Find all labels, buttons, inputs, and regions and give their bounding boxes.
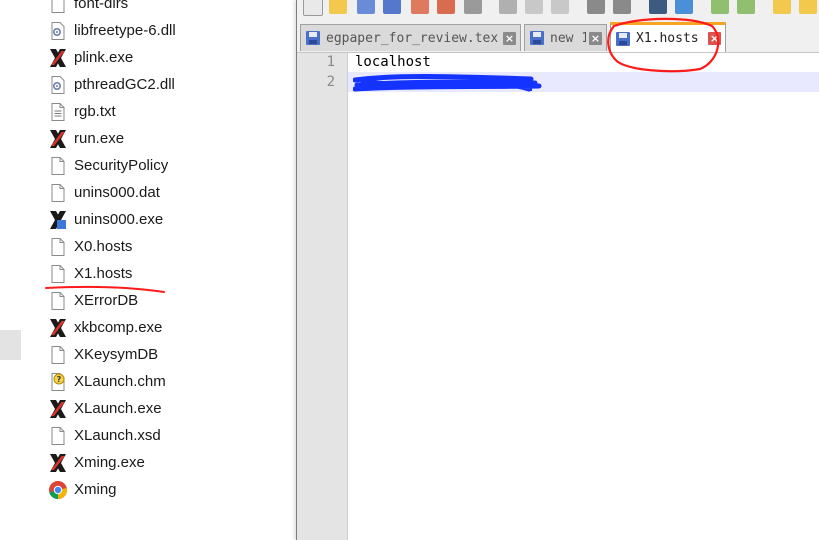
- file-list: font-dirs libfreetype-6.dll plink.exe pthre…: [48, 0, 176, 503]
- file-name: pthreadGC2.dll: [74, 76, 175, 93]
- replace-icon[interactable]: [675, 0, 693, 14]
- cut-icon[interactable]: [499, 0, 517, 14]
- redo-icon[interactable]: [613, 0, 631, 14]
- text-editor[interactable]: 1 2 localhost: [297, 53, 819, 540]
- x-app-icon: [48, 399, 68, 419]
- file-item[interactable]: Xming: [48, 476, 176, 503]
- file-name: libfreetype-6.dll: [74, 22, 176, 39]
- file-item[interactable]: font-dirs: [48, 0, 176, 17]
- saved-file-icon: [306, 31, 320, 45]
- close-all-icon[interactable]: [437, 0, 455, 14]
- file-name: XLaunch.exe: [74, 400, 162, 417]
- file-name: run.exe: [74, 130, 125, 147]
- file-name: X1.hosts: [74, 265, 133, 282]
- annotation-underline: [45, 285, 165, 293]
- toolbar: [297, 0, 819, 18]
- file-item[interactable]: Xming.exe: [48, 449, 176, 476]
- text-file-icon: [48, 102, 68, 122]
- save-icon[interactable]: [357, 0, 375, 14]
- uninstall-icon: [48, 210, 68, 230]
- dll-gear-icon: [48, 21, 68, 41]
- help-file-icon: ?: [48, 372, 68, 392]
- x-app-icon: [48, 129, 68, 149]
- zoom-out-icon[interactable]: [737, 0, 755, 14]
- file-name: plink.exe: [74, 49, 134, 66]
- new-file-icon[interactable]: [303, 0, 323, 16]
- tab-egpaper-for-review[interactable]: egpaper_for_review.tex ×: [300, 24, 521, 51]
- x-app-icon: [48, 318, 68, 338]
- file-name: SecurityPolicy: [74, 157, 169, 174]
- file-item[interactable]: plink.exe: [48, 44, 176, 71]
- undo-icon[interactable]: [587, 0, 605, 14]
- file-name: Xming: [74, 481, 117, 498]
- document-icon: [48, 345, 68, 365]
- file-item[interactable]: X0.hosts: [48, 233, 176, 260]
- tab-label: new 1: [550, 30, 586, 46]
- code-line[interactable]: localhost: [355, 54, 431, 70]
- chrome-icon: [48, 480, 68, 500]
- open-file-icon[interactable]: [329, 0, 347, 14]
- line-number: 1: [326, 54, 335, 70]
- x-app-icon: [48, 48, 68, 68]
- file-item[interactable]: SecurityPolicy: [48, 152, 176, 179]
- file-item[interactable]: xkbcomp.exe: [48, 314, 176, 341]
- svg-text:?: ?: [57, 375, 62, 384]
- file-name: XLaunch.xsd: [74, 427, 161, 444]
- notepad-plus-plus-window: egpaper_for_review.tex × new 1 × X1.host…: [296, 0, 819, 540]
- file-item[interactable]: unins000.dat: [48, 179, 176, 206]
- redaction-scribble: [353, 74, 542, 92]
- file-name: unins000.dat: [74, 184, 160, 201]
- file-item[interactable]: pthreadGC2.dll: [48, 71, 176, 98]
- file-name: rgb.txt: [74, 103, 116, 120]
- close-tab-icon[interactable]: ×: [503, 31, 516, 45]
- file-name: unins000.exe: [74, 211, 164, 228]
- document-icon: [48, 183, 68, 203]
- sync-vertical-icon[interactable]: [773, 0, 791, 14]
- zoom-in-icon[interactable]: [711, 0, 729, 14]
- document-tab-bar: egpaper_for_review.tex × new 1 × X1.host…: [297, 18, 819, 53]
- x-app-icon: [48, 453, 68, 473]
- print-icon[interactable]: [464, 0, 482, 14]
- dll-gear-icon: [48, 75, 68, 95]
- line-number-gutter: 1 2: [297, 53, 348, 540]
- line-number: 2: [326, 74, 335, 90]
- file-name: XLaunch.chm: [74, 373, 166, 390]
- file-item[interactable]: libfreetype-6.dll: [48, 17, 176, 44]
- tab-new-1[interactable]: new 1 ×: [524, 24, 607, 51]
- file-name: xkbcomp.exe: [74, 319, 163, 336]
- file-item[interactable]: rgb.txt: [48, 98, 176, 125]
- file-item[interactable]: X1.hosts: [48, 260, 176, 287]
- annotation-circle: [607, 17, 720, 73]
- sync-horizontal-icon[interactable]: [799, 0, 817, 14]
- file-name: X0.hosts: [74, 238, 133, 255]
- file-name: Xming.exe: [74, 454, 145, 471]
- file-item[interactable]: ? XLaunch.chm: [48, 368, 176, 395]
- saved-file-icon: [530, 31, 544, 45]
- document-icon: [48, 426, 68, 446]
- document-icon: [48, 264, 68, 284]
- save-all-icon[interactable]: [383, 0, 401, 14]
- document-icon: [48, 237, 68, 257]
- find-icon[interactable]: [649, 0, 667, 14]
- file-item[interactable]: XLaunch.exe: [48, 395, 176, 422]
- file-item[interactable]: XLaunch.xsd: [48, 422, 176, 449]
- file-item[interactable]: unins000.exe: [48, 206, 176, 233]
- close-file-icon[interactable]: [411, 0, 429, 14]
- navigation-pane-scroll-thumb[interactable]: [0, 330, 21, 360]
- file-name: XKeysymDB: [74, 346, 159, 363]
- tab-label: egpaper_for_review.tex: [326, 30, 499, 46]
- copy-icon[interactable]: [525, 0, 543, 14]
- document-icon: [48, 0, 68, 14]
- paste-icon[interactable]: [551, 0, 569, 14]
- file-item[interactable]: run.exe: [48, 125, 176, 152]
- file-name: font-dirs: [74, 0, 129, 12]
- file-item[interactable]: XKeysymDB: [48, 341, 176, 368]
- document-icon: [48, 156, 68, 176]
- file-explorer-pane: font-dirs libfreetype-6.dll plink.exe pthre…: [0, 0, 296, 540]
